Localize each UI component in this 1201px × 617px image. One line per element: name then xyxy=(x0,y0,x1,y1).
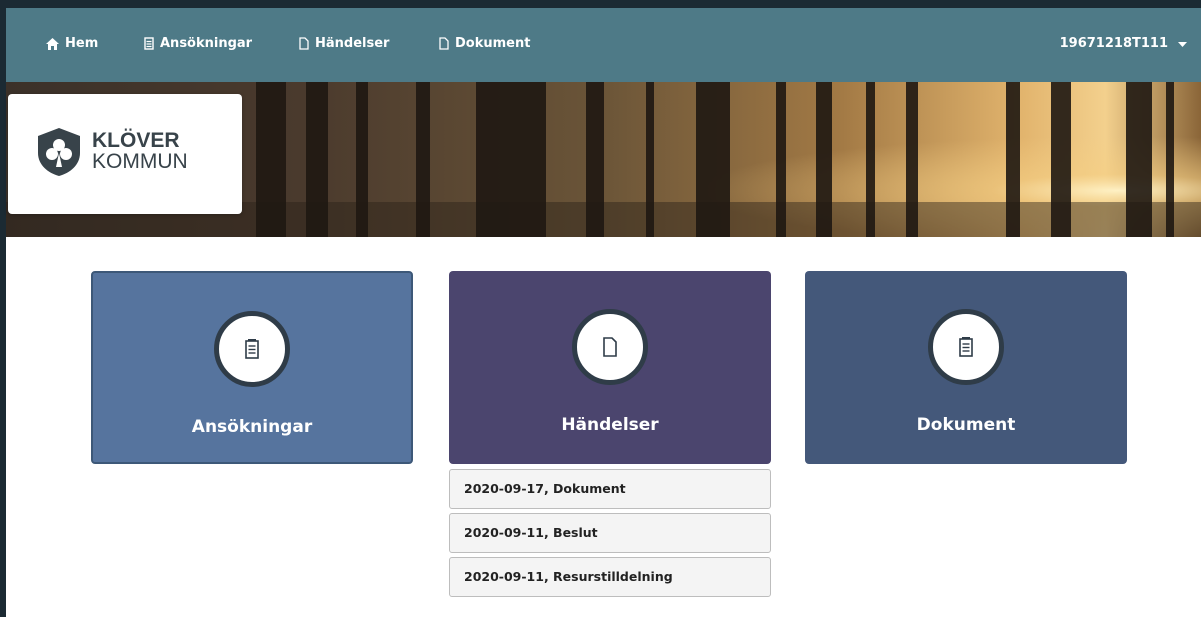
clover-shield-icon xyxy=(36,127,82,181)
tile-dokument[interactable]: Dokument xyxy=(805,271,1127,464)
tile-label: Dokument xyxy=(916,415,1016,435)
document-icon xyxy=(299,37,309,50)
tile-label: Ansökningar xyxy=(191,417,313,437)
event-list-item[interactable]: 2020-09-11, Resurstilldelning xyxy=(449,557,771,597)
nav-item-handelser[interactable]: Händelser xyxy=(299,36,389,51)
nav-item-dokument[interactable]: Dokument xyxy=(439,36,530,51)
event-list-item[interactable]: 2020-09-17, Dokument xyxy=(449,469,771,509)
tile-ansokningar[interactable]: Ansökningar xyxy=(91,271,413,464)
user-id: 19671218T111 xyxy=(1059,36,1168,51)
nav-item-label: Dokument xyxy=(455,36,531,51)
notepad-icon xyxy=(928,309,1004,385)
logo-line-1: KLÖVER xyxy=(92,129,180,152)
logo-text: KLÖVER KOMMUN xyxy=(92,130,188,172)
user-menu[interactable]: 19671218T111 xyxy=(1060,36,1187,51)
logo-line-2: KOMMUN xyxy=(92,150,188,173)
notepad-icon xyxy=(144,37,154,50)
window-frame-top xyxy=(0,0,1201,8)
event-list-item[interactable]: 2020-09-11, Beslut xyxy=(449,513,771,553)
nav-item-hem[interactable]: Hem xyxy=(46,36,98,51)
tile-handelser[interactable]: Händelser xyxy=(449,271,771,464)
nav-item-label: Händelser xyxy=(315,36,390,51)
document-icon xyxy=(439,37,449,50)
nav-item-label: Hem xyxy=(65,36,99,51)
home-icon xyxy=(46,37,59,50)
document-icon xyxy=(572,309,648,385)
caret-down-icon xyxy=(1178,36,1187,51)
nav-item-ansokningar[interactable]: Ansökningar xyxy=(144,36,252,51)
nav-item-label: Ansökningar xyxy=(160,36,253,51)
logo-card[interactable]: KLÖVER KOMMUN xyxy=(8,94,242,214)
notepad-icon xyxy=(214,311,290,387)
top-navbar: Hem Ansökningar Händelser Dokument 19671… xyxy=(6,8,1201,82)
tile-label: Händelser xyxy=(561,415,659,435)
